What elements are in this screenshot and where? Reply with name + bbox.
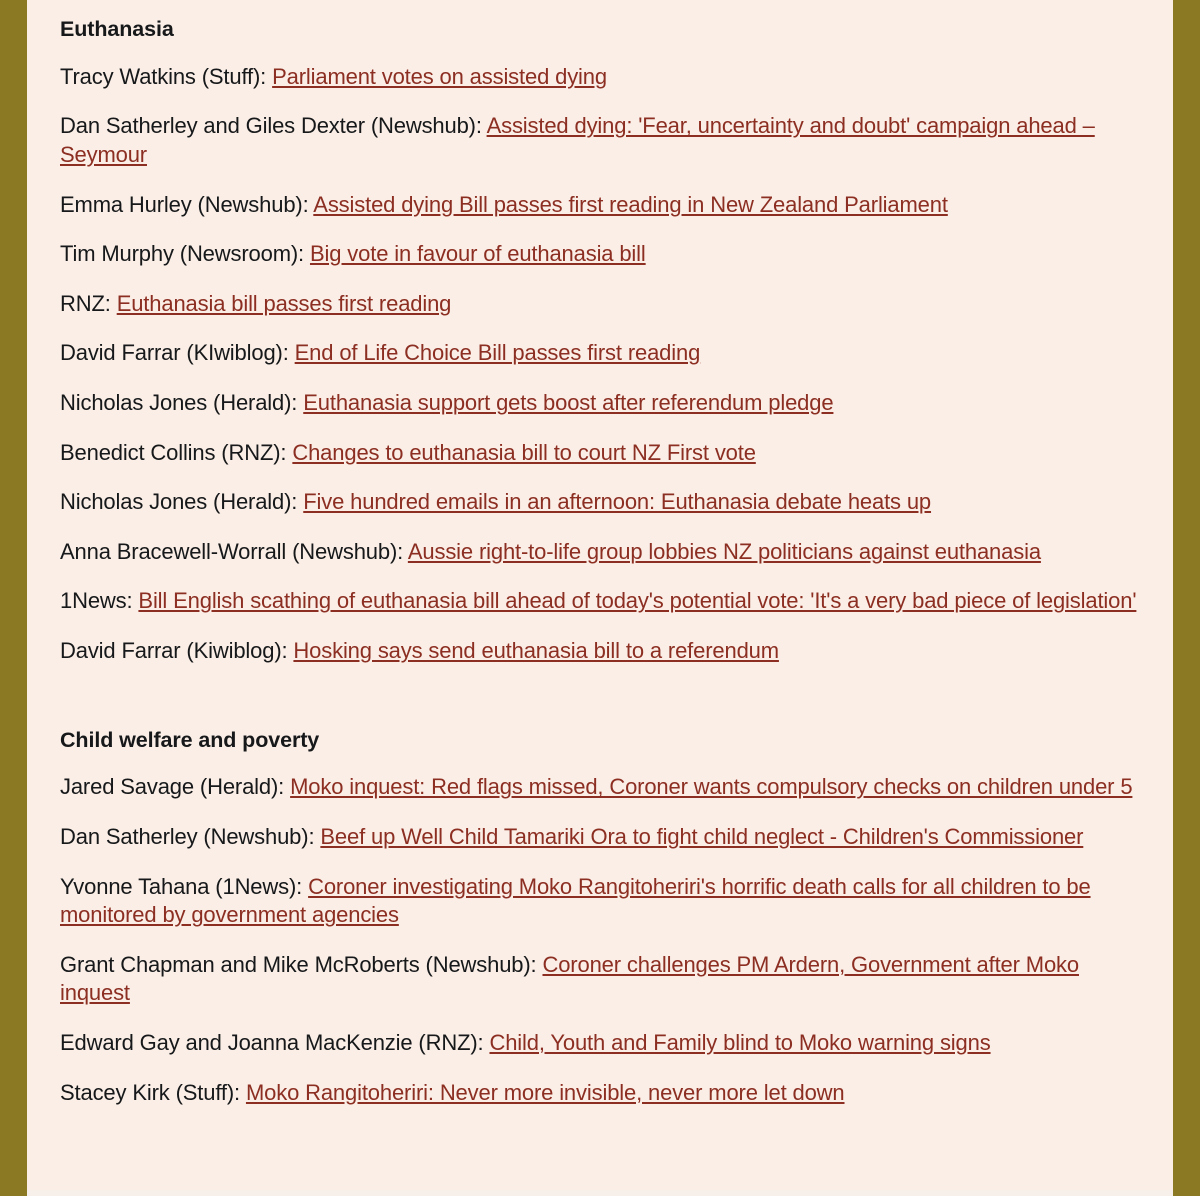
entry-byline: Dan Satherley (Newshub): <box>60 824 321 850</box>
list-item: Edward Gay and Joanna MacKenzie (RNZ): C… <box>60 1029 1143 1058</box>
entry-list: Tracy Watkins (Stuff): Parliament votes … <box>60 63 1143 666</box>
headline-link[interactable]: Hosking says send euthanasia bill to a r… <box>293 638 779 663</box>
entry-byline: Stacey Kirk (Stuff): <box>60 1079 246 1105</box>
headline-link[interactable]: Five hundred emails in an afternoon: Eut… <box>303 489 931 514</box>
left-page-margin <box>0 0 27 1196</box>
headline-link[interactable]: Bill English scathing of euthanasia bill… <box>138 588 1136 613</box>
right-page-margin <box>1173 0 1200 1196</box>
entry-byline: RNZ: <box>60 290 117 316</box>
list-item: Nicholas Jones (Herald): Euthanasia supp… <box>60 389 1143 418</box>
entry-byline: Yvonne Tahana (1News): <box>60 873 309 899</box>
headline-link[interactable]: Parliament votes on assisted dying <box>272 64 607 89</box>
entry-byline: Benedict Collins (RNZ): <box>60 439 293 465</box>
entry-byline: Tim Murphy (Newsroom): <box>60 241 310 267</box>
list-item: Dan Satherley and Giles Dexter (Newshub)… <box>60 112 1143 169</box>
list-item: Tim Murphy (Newsroom): Big vote in favou… <box>60 240 1143 269</box>
entry-byline: Anna Bracewell-Worrall (Newshub): <box>60 538 408 564</box>
page-root: Euthanasia Tracy Watkins (Stuff): Parlia… <box>0 0 1200 1196</box>
entry-byline: Nicholas Jones (Herald): <box>60 489 304 515</box>
entry-byline: Dan Satherley and Giles Dexter (Newshub)… <box>60 113 487 139</box>
section-child-welfare-and-poverty: Child welfare and poverty Jared Savage (… <box>60 727 1143 1108</box>
list-item: David Farrar (KIwiblog): End of Life Cho… <box>60 339 1143 368</box>
headline-link[interactable]: End of Life Choice Bill passes first rea… <box>295 340 701 365</box>
section-euthanasia: Euthanasia Tracy Watkins (Stuff): Parlia… <box>60 16 1143 666</box>
list-item: Anna Bracewell-Worrall (Newshub): Aussie… <box>60 538 1143 567</box>
entry-byline: Nicholas Jones (Herald): <box>60 390 304 416</box>
headline-link[interactable]: Moko Rangitoheriri: Never more invisible… <box>246 1080 845 1105</box>
entry-byline: Grant Chapman and Mike McRoberts (Newshu… <box>60 951 543 977</box>
entry-byline: Tracy Watkins (Stuff): <box>60 63 273 89</box>
headline-link[interactable]: Aussie right-to-life group lobbies NZ po… <box>408 539 1041 564</box>
section-heading: Euthanasia <box>60 17 174 41</box>
headline-link[interactable]: Euthanasia support gets boost after refe… <box>303 390 833 415</box>
headline-link[interactable]: Beef up Well Child Tamariki Ora to fight… <box>320 824 1083 849</box>
entry-list: Jared Savage (Herald): Moko inquest: Red… <box>60 773 1143 1107</box>
list-item: Jared Savage (Herald): Moko inquest: Red… <box>60 773 1143 802</box>
list-item: Yvonne Tahana (1News): Coroner investiga… <box>60 873 1143 930</box>
document-sheet: Euthanasia Tracy Watkins (Stuff): Parlia… <box>27 0 1173 1196</box>
entry-byline: 1News: <box>60 588 139 614</box>
list-item: Tracy Watkins (Stuff): Parliament votes … <box>60 63 1143 92</box>
bottom-edge-strip <box>27 1190 1173 1196</box>
headline-link[interactable]: Moko inquest: Red flags missed, Coroner … <box>290 774 1132 799</box>
headline-link[interactable]: Child, Youth and Family blind to Moko wa… <box>489 1030 990 1055</box>
entry-byline: Edward Gay and Joanna MacKenzie (RNZ): <box>60 1030 490 1056</box>
headline-link[interactable]: Assisted dying Bill passes first reading… <box>313 192 948 217</box>
headline-link[interactable]: Changes to euthanasia bill to court NZ F… <box>292 440 756 465</box>
list-item: Dan Satherley (Newshub): Beef up Well Ch… <box>60 823 1143 852</box>
entry-byline: Emma Hurley (Newshub): <box>60 191 314 217</box>
headline-link[interactable]: Euthanasia bill passes first reading <box>117 291 452 316</box>
list-item: 1News: Bill English scathing of euthanas… <box>60 587 1143 616</box>
list-item: Benedict Collins (RNZ): Changes to eutha… <box>60 439 1143 468</box>
list-item: Stacey Kirk (Stuff): Moko Rangitoheriri:… <box>60 1079 1143 1108</box>
entry-byline: Jared Savage (Herald): <box>60 774 291 800</box>
list-item: David Farrar (Kiwiblog): Hosking says se… <box>60 637 1143 666</box>
list-item: Emma Hurley (Newshub): Assisted dying Bi… <box>60 191 1143 220</box>
entry-byline: David Farrar (Kiwiblog): <box>60 638 294 663</box>
section-heading: Child welfare and poverty <box>60 727 320 752</box>
list-item: Grant Chapman and Mike McRoberts (Newshu… <box>60 951 1143 1008</box>
list-item: Nicholas Jones (Herald): Five hundred em… <box>60 488 1143 517</box>
headline-link[interactable]: Big vote in favour of euthanasia bill <box>310 241 646 266</box>
entry-byline: David Farrar (KIwiblog): <box>60 340 295 366</box>
list-item: RNZ: Euthanasia bill passes first readin… <box>60 290 1143 319</box>
